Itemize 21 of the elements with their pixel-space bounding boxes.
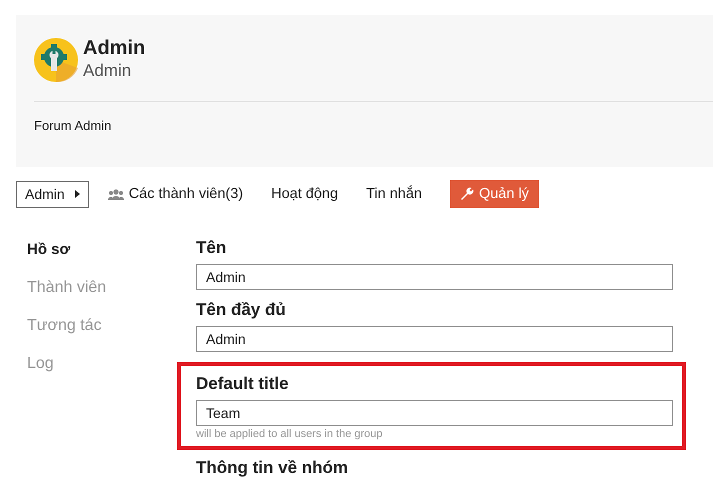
gear-wrench-avatar-icon	[34, 38, 78, 82]
group-description: Forum Admin	[34, 118, 112, 133]
caret-icon	[74, 190, 80, 198]
input-field[interactable]: Team	[196, 400, 673, 426]
sidebar-item[interactable]: Hồ sơ	[27, 240, 196, 260]
users-icon	[108, 188, 124, 200]
group-dropdown[interactable]: Admin	[16, 180, 89, 208]
wrench-icon	[460, 187, 474, 201]
nav-tab[interactable]: Hoạt động	[271, 186, 338, 202]
field-label: Default title	[196, 374, 290, 394]
members-tab[interactable]: Các thành viên(3)	[108, 186, 244, 202]
field-hint: will be applied to all users in the group	[196, 428, 384, 440]
manage-tab[interactable]: Quản lý	[450, 180, 539, 208]
group-subtitle: Admin	[83, 60, 132, 82]
group-title: Admin	[83, 37, 146, 59]
field-label: Tên đầy đủ	[196, 300, 287, 320]
field-label: Tên	[196, 238, 228, 258]
input-field[interactable]: Admin	[196, 326, 673, 352]
section-heading: Thông tin về nhóm	[196, 458, 350, 478]
nav-tab[interactable]: Tin nhắn	[366, 186, 422, 202]
input-field[interactable]: Admin	[196, 264, 673, 290]
